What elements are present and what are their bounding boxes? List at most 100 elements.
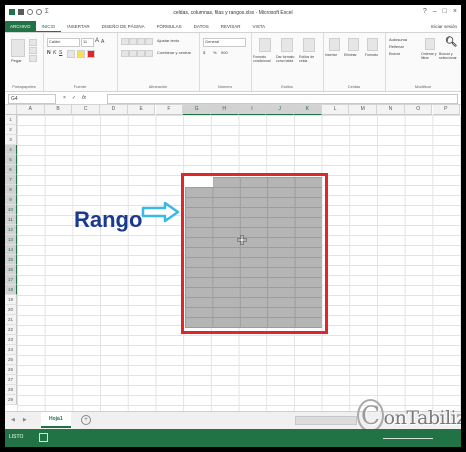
tab-home[interactable]: INICIO xyxy=(35,21,62,32)
column-header-o[interactable]: O xyxy=(404,105,433,115)
delete-cells-icon[interactable] xyxy=(348,38,359,51)
currency-button[interactable]: $ xyxy=(203,50,205,55)
format-cells-icon[interactable] xyxy=(367,38,378,51)
autosum-button[interactable]: Autosuma xyxy=(389,37,407,42)
column-header-j[interactable]: J xyxy=(266,105,294,115)
italic-button[interactable]: K xyxy=(53,50,56,56)
row-header-19[interactable]: 19 xyxy=(5,295,17,305)
conditional-format-icon[interactable] xyxy=(259,38,271,52)
increase-font-icon[interactable]: A xyxy=(95,38,99,44)
underline-button[interactable]: S xyxy=(59,50,62,56)
cancel-icon[interactable]: × xyxy=(63,94,66,102)
cut-icon[interactable] xyxy=(29,39,37,46)
formula-input[interactable] xyxy=(107,94,458,104)
cell-styles-button[interactable]: Estilos de celda xyxy=(299,55,321,63)
find-select-icon[interactable]: 🔍︎ xyxy=(445,37,458,48)
sheet-tab-hoja1[interactable]: Hoja1 xyxy=(41,412,71,428)
tab-insert[interactable]: INSERTAR xyxy=(61,24,95,29)
row-header-27[interactable]: 27 xyxy=(5,375,17,385)
bold-button[interactable]: N xyxy=(47,50,51,56)
font-name-select[interactable]: Calibri xyxy=(47,38,80,47)
column-header-f[interactable]: F xyxy=(155,105,184,115)
borders-icon[interactable] xyxy=(67,50,75,58)
macro-record-icon[interactable] xyxy=(39,433,48,442)
row-header-5[interactable]: 5 xyxy=(5,155,17,165)
tab-page-layout[interactable]: DISEÑO DE PÁGINA xyxy=(96,24,151,29)
decrease-font-icon[interactable]: A xyxy=(101,39,104,45)
fill-color-icon[interactable] xyxy=(77,50,85,58)
row-header-3[interactable]: 3 xyxy=(5,135,17,145)
row-header-11[interactable]: 11 xyxy=(5,215,17,225)
row-header-14[interactable]: 14 xyxy=(5,245,17,255)
column-header-i[interactable]: I xyxy=(238,105,267,115)
align-top-icon[interactable] xyxy=(121,38,129,45)
orientation-icon[interactable] xyxy=(145,38,153,45)
row-header-2[interactable]: 2 xyxy=(5,125,17,135)
row-header-13[interactable]: 13 xyxy=(5,235,17,245)
prev-sheet-icon[interactable]: ◀ xyxy=(11,417,15,423)
align-right-icon[interactable] xyxy=(137,50,145,57)
merge-center-button[interactable]: Combinar y centrar xyxy=(157,50,191,55)
enter-icon[interactable]: ✓ xyxy=(72,94,76,102)
column-header-m[interactable]: M xyxy=(349,105,378,115)
add-sheet-button[interactable]: + xyxy=(81,415,91,425)
next-sheet-icon[interactable]: ▶ xyxy=(23,417,27,423)
row-header-15[interactable]: 15 xyxy=(5,255,17,265)
tab-review[interactable]: REVISAR xyxy=(215,24,247,29)
row-header-8[interactable]: 8 xyxy=(5,185,17,195)
row-header-6[interactable]: 6 xyxy=(5,165,17,175)
horizontal-scrollbar[interactable] xyxy=(295,416,357,425)
insert-cells-icon[interactable] xyxy=(329,38,340,51)
column-header-p[interactable]: P xyxy=(432,105,461,115)
column-header-a[interactable]: A xyxy=(17,105,45,115)
align-middle-icon[interactable] xyxy=(129,38,137,45)
format-table-button[interactable]: Dar formato como tabla xyxy=(276,55,298,63)
find-select-button[interactable]: Buscar y seleccionar xyxy=(439,52,459,60)
column-header-n[interactable]: N xyxy=(377,105,405,115)
row-header-28[interactable]: 28 xyxy=(5,385,17,395)
fill-button[interactable]: Rellenar xyxy=(389,44,404,49)
row-header-26[interactable]: 26 xyxy=(5,365,17,375)
paste-button[interactable]: Pegar xyxy=(11,58,22,63)
row-header-9[interactable]: 9 xyxy=(5,195,17,205)
format-table-icon[interactable] xyxy=(281,38,293,52)
fx-icon[interactable]: fx xyxy=(82,94,86,102)
wrap-text-button[interactable]: Ajustar texto xyxy=(157,38,179,43)
sort-filter-icon[interactable] xyxy=(425,38,435,50)
column-header-e[interactable]: E xyxy=(127,105,156,115)
column-header-k[interactable]: K xyxy=(294,105,322,115)
row-header-29[interactable]: 29 xyxy=(5,395,17,405)
copy-icon[interactable] xyxy=(29,47,37,54)
row-header-21[interactable]: 21 xyxy=(5,315,17,325)
row-header-25[interactable]: 25 xyxy=(5,355,17,365)
column-header-g[interactable]: G xyxy=(183,105,211,115)
row-header-23[interactable]: 23 xyxy=(5,335,17,345)
sign-in-link[interactable]: Iniciar sesión xyxy=(431,24,461,29)
column-header-c[interactable]: C xyxy=(72,105,101,115)
delete-cells-button[interactable]: Eliminar xyxy=(344,53,357,57)
row-header-17[interactable]: 17 xyxy=(5,275,17,285)
zoom-slider[interactable] xyxy=(383,438,433,439)
row-header-12[interactable]: 12 xyxy=(5,225,17,235)
name-box[interactable]: G4 xyxy=(8,94,56,104)
column-header-l[interactable]: L xyxy=(321,105,350,115)
thousands-button[interactable]: 000 xyxy=(221,50,228,55)
row-header-18[interactable]: 18 xyxy=(5,285,17,295)
format-cells-button[interactable]: Formato xyxy=(365,53,378,57)
cell-styles-icon[interactable] xyxy=(303,38,315,52)
column-header-d[interactable]: D xyxy=(100,105,128,115)
column-header-h[interactable]: H xyxy=(210,105,239,115)
tab-view[interactable]: VISTA xyxy=(247,24,272,29)
insert-cells-button[interactable]: Insertar xyxy=(325,53,337,57)
minimize-button[interactable]: – xyxy=(433,8,437,15)
align-bottom-icon[interactable] xyxy=(137,38,145,45)
select-all-corner[interactable] xyxy=(5,105,17,115)
font-size-select[interactable]: 11 xyxy=(81,38,94,47)
font-color-icon[interactable] xyxy=(87,50,95,58)
row-header-22[interactable]: 22 xyxy=(5,325,17,335)
format-painter-icon[interactable] xyxy=(29,55,37,62)
row-header-24[interactable]: 24 xyxy=(5,345,17,355)
conditional-format-button[interactable]: Formato condicional xyxy=(253,55,275,63)
sort-filter-button[interactable]: Ordenar y filtrar xyxy=(421,52,437,60)
maximize-button[interactable]: □ xyxy=(443,8,447,15)
